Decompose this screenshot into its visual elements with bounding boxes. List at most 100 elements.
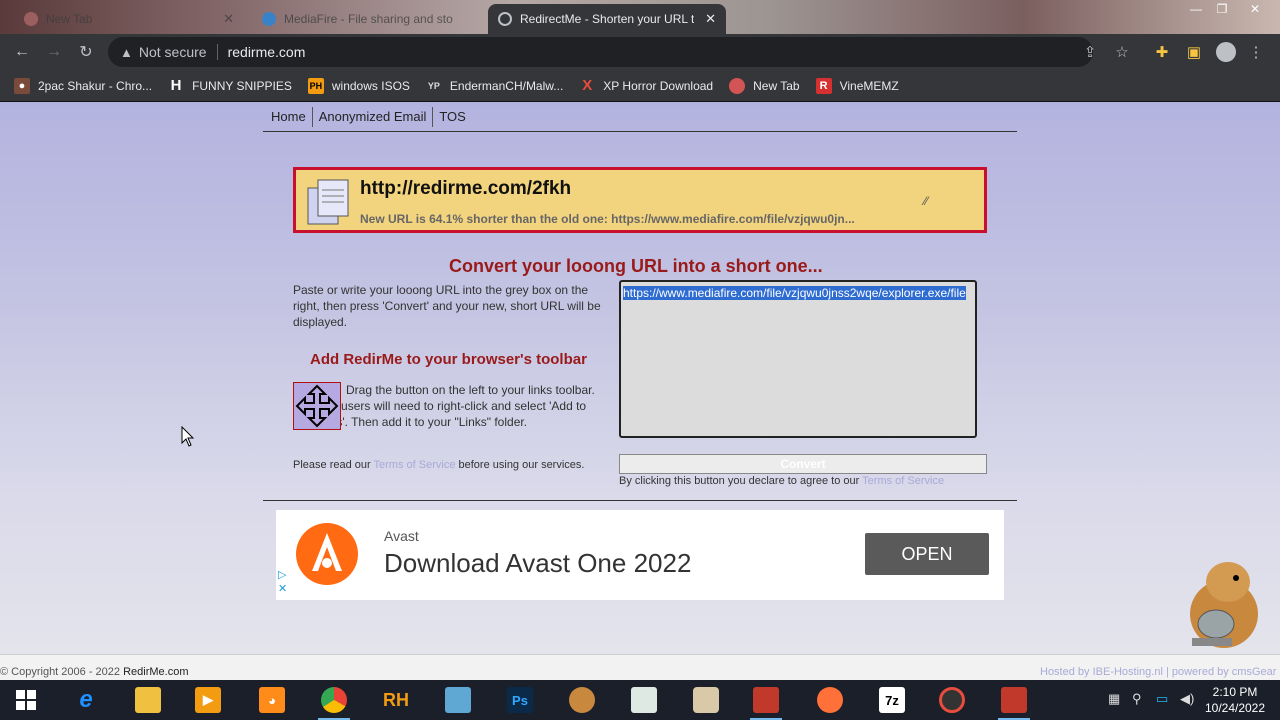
x-icon: X [582,76,593,94]
bookmark-item[interactable]: YP EndermanCH/Malw... [426,78,563,94]
start-button-icon[interactable] [4,680,48,720]
short-url-text[interactable]: http://redirme.com/2fkh [360,178,571,200]
security-status[interactable]: Not secure [139,44,207,60]
agree-terms-link[interactable]: Terms of Service [862,475,944,487]
tab-close-icon[interactable]: ✕ [705,11,716,27]
long-url-textarea[interactable]: https://www.mediafire.com/file/vzjqwu0jn… [619,280,977,438]
uc-browser-icon[interactable]: ◕ [250,680,294,720]
page-footer: © Copyright 2006 - 2022 RedirMe.com Host… [0,654,1280,680]
adchoices-icon[interactable]: ▷ ✕ [278,568,287,596]
ph-icon: PH [307,77,324,94]
back-arrow-icon[interactable]: ← [6,36,38,68]
hamster-app-icon[interactable] [560,680,604,720]
bookmark-label: New Tab [753,78,800,93]
address-url[interactable]: redirme.com [228,44,306,60]
windows-taskbar: e ▶ ◕ RH Ps 7z ▦ ⚲ ▭ ◀) 2:10 PM 10/24/20… [0,680,1280,720]
clock-date: 10/24/2022 [1204,701,1266,715]
menu-kebab-icon[interactable]: ⋮ [1240,36,1272,68]
mediafire-favicon-icon [262,12,276,26]
document-copy-icon [307,179,349,225]
internet-explorer-icon[interactable]: e [64,680,108,720]
nav-tos-link[interactable]: TOS [433,107,472,127]
bookmark-item[interactable]: New Tab [729,77,800,94]
app-window-2-icon[interactable] [992,680,1036,720]
bookmark-item[interactable]: X XP Horror Download [579,76,714,94]
tab-new-tab[interactable]: New Tab ✕ [14,4,244,34]
extensions-icon[interactable]: ✚ [1146,36,1178,68]
share-icon[interactable]: ⇪ [1074,36,1106,68]
file-explorer-icon[interactable] [126,680,170,720]
reload-icon[interactable]: ↻ [70,36,102,68]
bookmark-star-icon[interactable]: ☆ [1106,36,1138,68]
photo-viewer-icon[interactable] [436,680,480,720]
bookmarklet-drag-button[interactable] [293,382,341,430]
ad-brand: Avast [384,528,419,544]
terms-of-service-link[interactable]: Terms of Service [374,459,456,471]
bookmark-label: XP Horror Download [603,78,714,93]
media-player-icon[interactable]: ▶ [186,680,230,720]
bookmark-label: windows ISOS [331,78,410,93]
7zip-icon[interactable]: 7z [870,680,914,720]
resource-hacker-icon[interactable]: RH [374,680,418,720]
tab-label: RedirectMe - Shorten your URL t [520,12,695,26]
hosted-by-link[interactable]: Hosted by IBE-Hosting.nl | powered by cm… [1040,666,1276,678]
move-arrows-icon [295,384,339,428]
convert-heading: Convert your looong URL into a short one… [449,256,823,276]
restore-icon[interactable]: ❐ [1207,0,1237,18]
bookmark-label: FUNNY SNIPPIES [192,78,292,93]
nav-home-link[interactable]: Home [265,106,313,127]
bookmark-item[interactable]: R VineMEMZ [815,77,899,94]
photoshop-icon[interactable]: Ps [498,680,542,720]
bookmark-item[interactable]: PH windows ISOS [307,77,410,94]
ad-headline[interactable]: Download Avast One 2022 [384,548,691,579]
move-favicon-icon [498,12,512,26]
address-bar[interactable]: ▲ Not secure redirme.com [108,37,1093,67]
bookmark-item[interactable]: H FUNNY SNIPPIES [168,77,292,94]
notepad-icon[interactable] [622,680,666,720]
divider [263,500,1017,501]
long-url-selected-text[interactable]: https://www.mediafire.com/file/vzjqwu0jn… [623,286,966,300]
copyright-site: RedirMe.com [123,666,189,678]
clock-time: 2:10 PM [1212,685,1258,699]
tab-close-icon[interactable]: ✕ [223,11,234,27]
tab-label: MediaFire - File sharing and sto [284,12,453,26]
convert-button[interactable]: Convert [619,454,987,474]
terms-suffix: before using our services. [455,459,585,471]
avast-ad-banner[interactable]: Avast Download Avast One 2022 OPEN ▷ ✕ [276,510,1004,600]
volume-icon[interactable]: ◀) [1180,691,1194,707]
profile-avatar-icon[interactable] [1210,36,1242,68]
chrome-icon[interactable] [312,680,356,720]
tab-mediafire[interactable]: MediaFire - File sharing and sto [252,4,482,34]
ad-open-button[interactable]: OPEN [865,533,989,575]
tab-redirectme[interactable]: RedirectMe - Shorten your URL t ✕ [488,4,726,34]
window-close-icon[interactable]: ✕ [1240,0,1270,18]
short-url-result: http://redirme.com/2fkh ⁄⁄ New URL is 64… [293,167,987,233]
tab-favicon-icon [24,12,38,26]
tupac-avatar-icon: ● [14,77,30,94]
media-app-icon[interactable] [930,680,974,720]
web-page: Home Anonymized Email TOS http://redirme… [0,102,1280,654]
nav-anonymized-email-link[interactable]: Anonymized Email [313,106,434,127]
tab-label: New Tab [46,12,93,26]
warning-icon[interactable]: ▲ [120,45,133,60]
app-window-icon[interactable] [744,680,788,720]
hamster-mascot-image [1190,562,1258,648]
terms-notice: Please read our Terms of Service before … [293,459,584,471]
site-nav: Home Anonymized Email TOS [263,102,1017,132]
tray-app-icon[interactable]: ▦ [1108,691,1120,707]
copyright-prefix: © Copyright 2006 - 2022 [0,666,124,678]
agree-prefix: By clicking this button you declare to a… [619,475,863,487]
shortening-info: New URL is 64.1% shorter than the old on… [360,212,855,226]
system-clock[interactable]: 2:10 PM 10/24/2022 [1200,684,1270,716]
side-panel-icon[interactable]: ▣ [1178,36,1210,68]
disk-image-icon[interactable] [684,680,728,720]
instructions-text: Paste or write your looong URL into the … [293,283,601,329]
firefox-icon[interactable] [808,680,852,720]
bookmark-item[interactable]: ● 2pac Shakur - Chro... [14,77,152,94]
mouse-cursor-icon [181,426,195,447]
search-icon[interactable]: ⚲ [1132,691,1142,707]
forward-arrow-icon[interactable]: → [38,36,70,68]
display-icon[interactable]: ▭ [1156,691,1168,707]
agree-notice: By clicking this button you declare to a… [619,475,944,487]
copyright-text: © Copyright 2006 - 2022 RedirMe.com [0,666,188,678]
